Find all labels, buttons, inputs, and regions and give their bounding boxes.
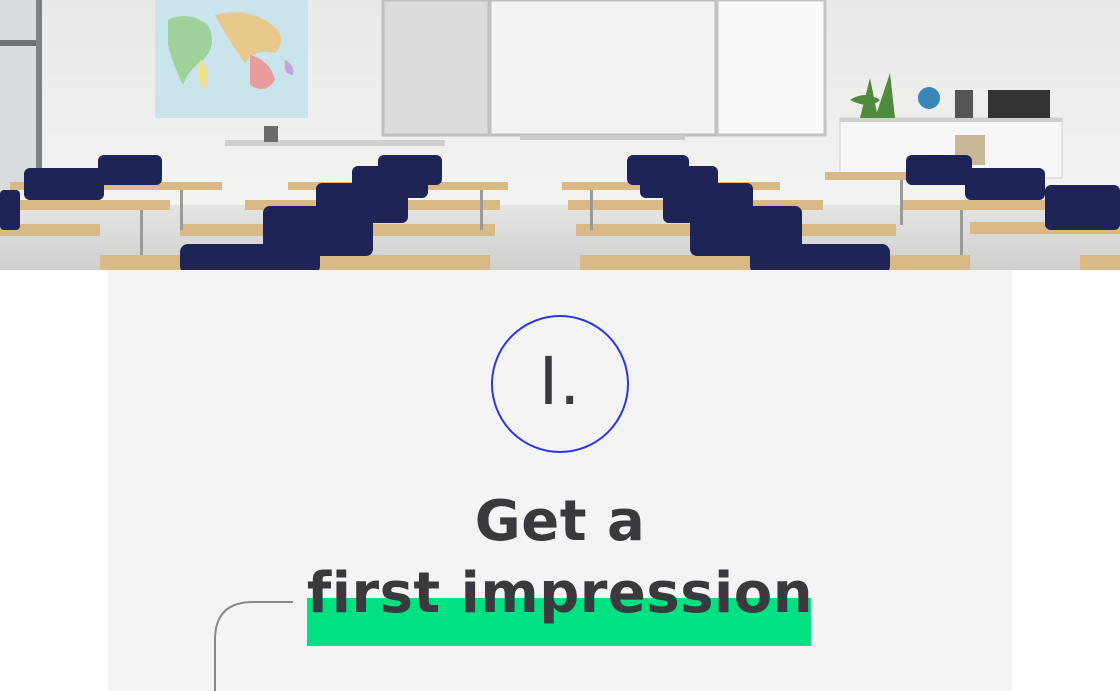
step-number-badge: I.: [491, 315, 629, 453]
step-title-line-1: Get a: [474, 489, 646, 554]
classroom-hero-image: [0, 0, 1120, 270]
timeline-connector-icon: [214, 601, 293, 691]
classroom-photo-icon: [0, 0, 1120, 270]
step-number: I.: [538, 343, 582, 420]
